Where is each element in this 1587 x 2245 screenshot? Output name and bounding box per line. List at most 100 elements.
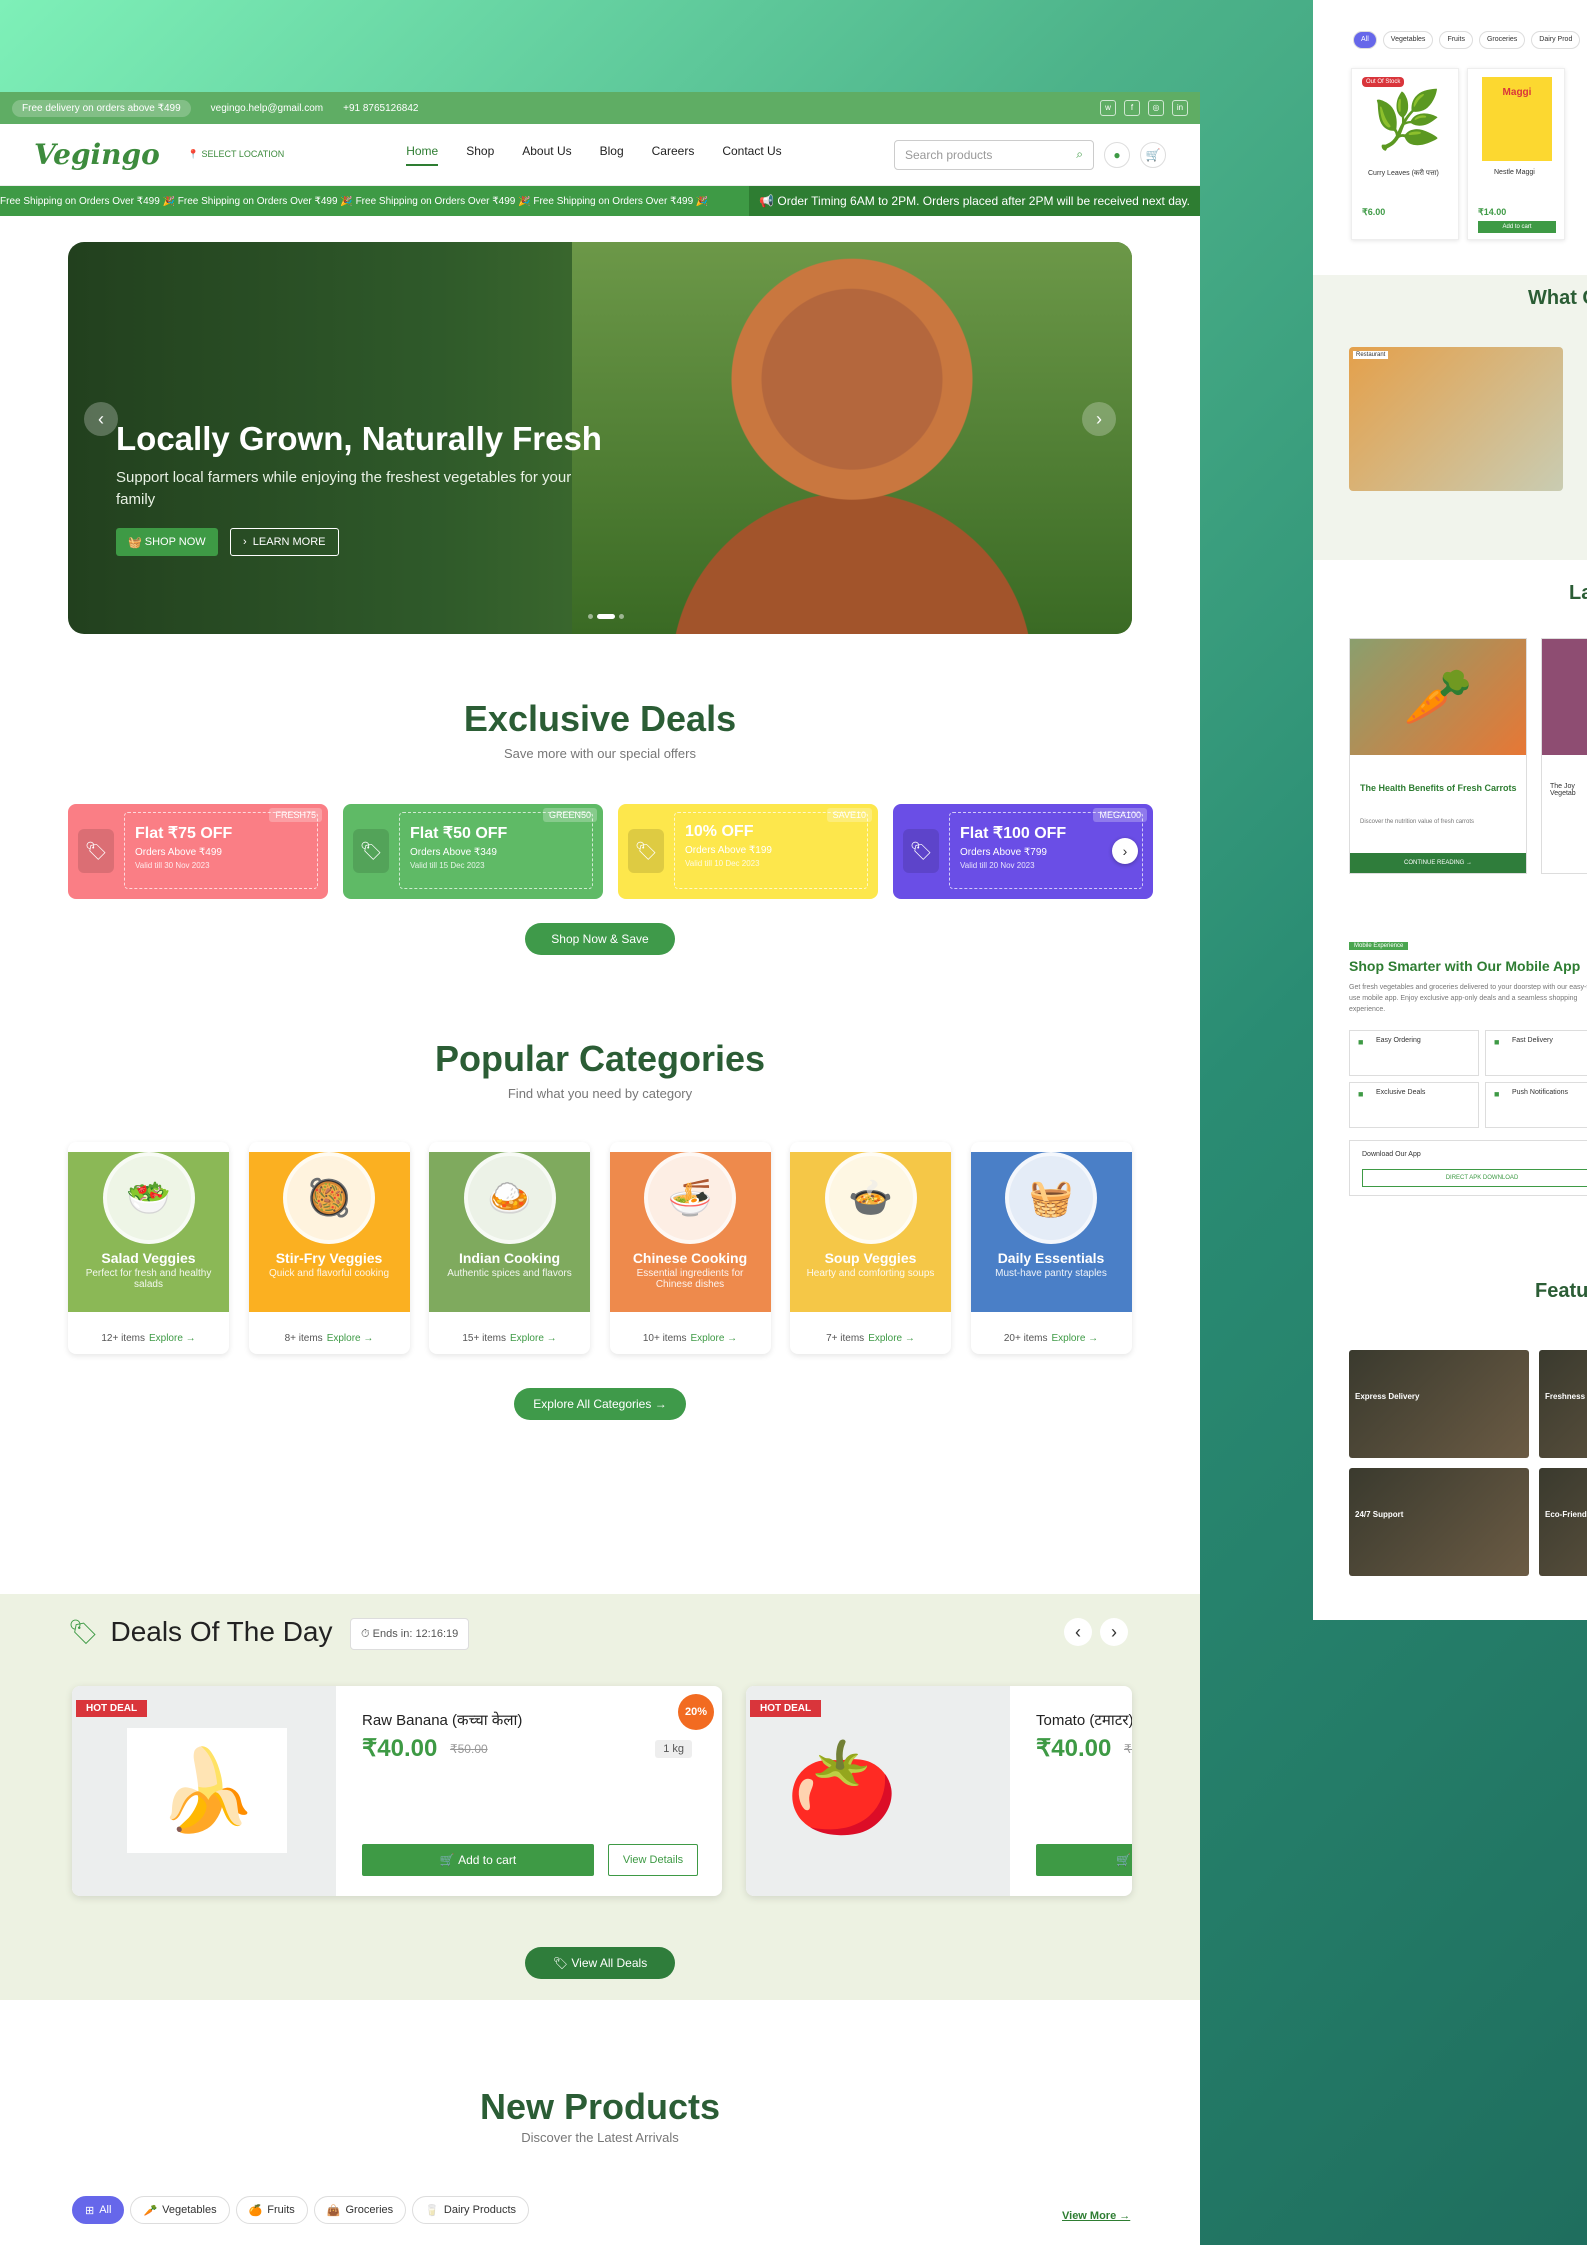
category-icon: 🍜 xyxy=(644,1152,736,1244)
preview-add-to-cart[interactable]: Add to cart xyxy=(1478,221,1556,233)
hero-dot[interactable] xyxy=(588,614,593,619)
coupon-title: Flat ₹100 OFF xyxy=(960,825,1067,842)
filter-fruits[interactable]: 🍊 Fruits xyxy=(235,2196,308,2224)
category-footer: 7+ items Explore → xyxy=(790,1312,951,1354)
explore-link[interactable]: Explore → xyxy=(510,1333,557,1344)
category-icon: 🥗 xyxy=(102,1152,195,1244)
instagram-icon[interactable]: ◎ xyxy=(1148,100,1164,116)
category-desc: Essential ingredients for Chinese dishes xyxy=(636,1268,744,1290)
user-icon[interactable]: ● xyxy=(1104,141,1130,168)
cart-icon[interactable]: 🛒 xyxy=(1140,141,1166,168)
coupon-valid: Valid till 10 Dec 2023 xyxy=(685,859,760,868)
preview-product-card[interactable]: Maggi Nestle Maggi ₹14.00 Add to cart xyxy=(1467,68,1565,240)
app-feature-card: Push Notifications ■ xyxy=(1485,1082,1587,1128)
category-card[interactable]: 🍲 Soup Veggies Hearty and comforting soups… xyxy=(790,1142,951,1354)
coupon-code[interactable]: SAVE10 xyxy=(826,808,872,822)
coupon-card[interactable]: 🏷 10% OFF Orders Above ₹199 Valid till 10 D… xyxy=(618,804,878,899)
filter-label: Dairy Products xyxy=(443,2204,517,2216)
deals-subtitle: Save more with our special offers xyxy=(504,746,696,761)
preview-product-card[interactable]: Out Of Stock 🌿 Curry Leaves (करी पत्ता) … xyxy=(1351,68,1459,240)
continue-reading-button[interactable]: CONTINUE READING → xyxy=(1350,853,1526,873)
email-link[interactable]: vegingo.help@gmail.com xyxy=(211,103,323,114)
menu-about[interactable]: About Us xyxy=(522,144,571,166)
category-card[interactable]: 🥗 Salad Veggies Perfect for fresh and heal… xyxy=(68,1142,229,1354)
coupon-code[interactable]: MEGA100 xyxy=(1093,808,1147,822)
preview-chip[interactable]: Vegetables xyxy=(1382,30,1434,49)
coupon-card[interactable]: 🏷 Flat ₹75 OFF Orders Above ₹499 Valid till… xyxy=(68,804,328,899)
add-to-cart-button[interactable]: 🛒 xyxy=(1036,1844,1132,1876)
menu-shop[interactable]: Shop xyxy=(466,144,494,166)
filter-vegetables[interactable]: 🥕 Vegetables xyxy=(130,2196,230,2224)
menu-blog[interactable]: Blog xyxy=(600,144,624,166)
explore-link[interactable]: Explore → xyxy=(327,1333,374,1344)
location-selector[interactable]: 📍 SELECT LOCATION xyxy=(188,149,284,160)
deal-card[interactable]: 🍅 HOT DEAL Tomato (टमाटर) ₹40.00 ₹50.00 … xyxy=(746,1686,1132,1896)
search-input[interactable]: Search products ⌕ xyxy=(894,139,1094,170)
categories-subtitle: Find what you need by category xyxy=(507,1086,693,1101)
apk-download-button[interactable]: DIRECT APK DOWNLOAD xyxy=(1362,1169,1587,1187)
category-footer: 12+ items Explore → xyxy=(68,1312,229,1354)
linkedin-icon[interactable]: in xyxy=(1172,100,1188,116)
explore-all-categories-button[interactable]: Explore All Categories → xyxy=(514,1388,686,1420)
app-feature-card: Easy Ordering ■ xyxy=(1349,1030,1479,1076)
hero-subtitle: Support local farmers while enjoying the… xyxy=(116,469,572,508)
menu-home[interactable]: Home xyxy=(406,144,439,166)
feature-title: Freshness xyxy=(1545,1392,1586,1401)
category-desc: Authentic spices and flavors xyxy=(447,1268,572,1279)
add-to-cart-button[interactable]: 🛒 Add to cart xyxy=(362,1844,594,1876)
category-card[interactable]: 🍜 Chinese Cooking Essential ingredients fo… xyxy=(609,1142,771,1354)
category-card[interactable]: 🧺 Daily Essentials Must-have pantry staple… xyxy=(970,1142,1132,1354)
dotd-prev-arrow[interactable]: ‹ xyxy=(1064,1618,1092,1646)
category-name: Salad Veggies xyxy=(101,1250,196,1266)
whatsapp-icon[interactable]: w xyxy=(1100,100,1116,116)
menu-careers[interactable]: Careers xyxy=(652,144,695,166)
hero-dot[interactable] xyxy=(619,614,624,619)
dotd-next-arrow[interactable]: › xyxy=(1100,1618,1128,1646)
category-desc: Must-have pantry staples xyxy=(995,1268,1107,1279)
coupon-code[interactable]: GREEN50 xyxy=(542,808,597,822)
explore-link[interactable]: Explore → xyxy=(1051,1333,1098,1344)
coupon-card[interactable]: 🏷 Flat ₹50 OFF Orders Above ₹349 Valid till… xyxy=(343,804,603,899)
explore-link[interactable]: Explore → xyxy=(690,1333,737,1344)
phone-link[interactable]: +91 8765126842 xyxy=(343,103,418,114)
view-more-link[interactable]: View More → xyxy=(1062,2210,1130,2222)
hero-next-arrow[interactable]: › xyxy=(1082,402,1116,436)
coupon-code[interactable]: FRESH75 xyxy=(269,808,322,822)
category-count: 12+ items xyxy=(101,1332,145,1344)
coupons-next-arrow[interactable]: › xyxy=(1112,838,1138,864)
category-name: Indian Cooking xyxy=(458,1250,561,1266)
preview-blog-card[interactable]: 🥕 The Health Benefits of Fresh Carrots D… xyxy=(1349,638,1527,874)
learn-more-button[interactable]: › LEARN MORE xyxy=(230,528,339,556)
view-all-deals-button[interactable]: 🏷 View All Deals xyxy=(525,1947,675,1979)
dotd-title: Deals Of The Day xyxy=(110,1616,333,1647)
filter-groceries[interactable]: 👜 Groceries xyxy=(313,2196,407,2224)
hero-prev-arrow[interactable]: ‹ xyxy=(84,402,118,436)
category-card[interactable]: 🍛 Indian Cooking Authentic spices and flav… xyxy=(429,1142,590,1354)
preview-panel: All Vegetables Fruits Groceries Dairy Prod O… xyxy=(1313,0,1587,1620)
preview-blog-card[interactable]: The Joy Vegetab xyxy=(1541,638,1587,874)
explore-label: Explore xyxy=(326,1332,361,1344)
filter-dairy[interactable]: 🥛 Dairy Products xyxy=(412,2196,530,2224)
deal-card[interactable]: 🍌 HOT DEAL Raw Banana (कच्चा केला) ₹40.0… xyxy=(72,1686,722,1896)
preview-chip[interactable]: Fruits xyxy=(1439,30,1473,49)
logo[interactable]: Vegingo xyxy=(34,138,160,171)
top-bar: Free delivery on orders above ₹499 vegin… xyxy=(0,92,1200,124)
menu-contact[interactable]: Contact Us xyxy=(722,144,781,166)
category-card[interactable]: 🥘 Stir-Fry Veggies Quick and flavorful coo… xyxy=(248,1142,410,1354)
shop-now-save-button[interactable]: Shop Now & Save xyxy=(525,923,675,955)
view-details-button[interactable]: View Details xyxy=(608,1844,698,1876)
hero-dot-active[interactable] xyxy=(597,614,615,619)
preview-chip-all[interactable]: All xyxy=(1353,30,1377,49)
search-icon[interactable]: ⌕ xyxy=(1076,147,1083,162)
preview-chip[interactable]: Groceries xyxy=(1478,30,1526,49)
category-footer: 15+ items Explore → xyxy=(429,1312,590,1354)
coupon-title: Flat ₹50 OFF xyxy=(410,825,508,842)
facebook-icon[interactable]: f xyxy=(1124,100,1140,116)
explore-link[interactable]: Explore → xyxy=(868,1333,915,1344)
filter-all[interactable]: ⊞ All xyxy=(72,2196,125,2224)
shop-now-button[interactable]: 🧺 SHOP NOW xyxy=(116,528,218,556)
filter-label: Fruits xyxy=(267,2204,295,2216)
deal-product-name: Tomato (टमाटर) xyxy=(1036,1712,1132,1729)
preview-chip[interactable]: Dairy Prod xyxy=(1531,30,1581,49)
explore-link[interactable]: Explore → xyxy=(149,1333,196,1344)
